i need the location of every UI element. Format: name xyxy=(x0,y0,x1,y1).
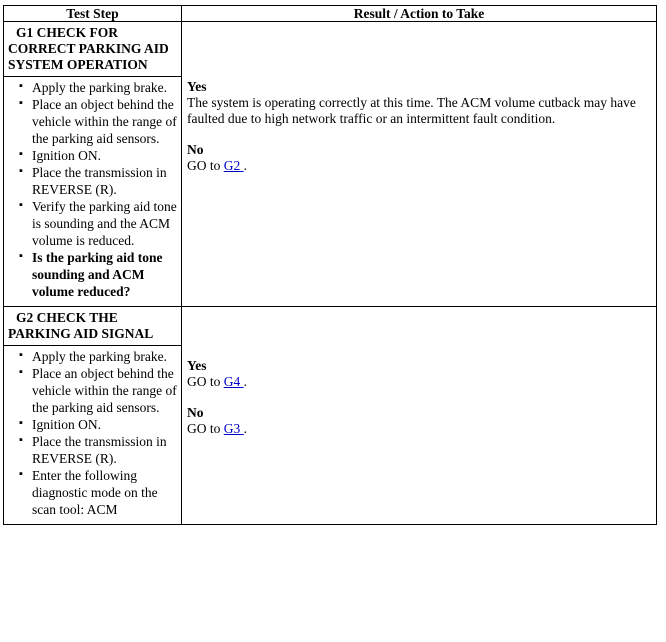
step-body-g2: Apply the parking brake. Place an object… xyxy=(4,346,181,524)
step-list-g2: Apply the parking brake. Place an object… xyxy=(8,347,177,518)
goto-suffix: . xyxy=(243,374,247,389)
link-g3[interactable]: G3 xyxy=(224,421,244,436)
table-header-row: Test Step Result / Action to Take xyxy=(3,5,657,22)
result-top-spacer xyxy=(187,313,651,358)
column-header-test-step: Test Step xyxy=(3,5,182,22)
step-title-line: G1 CHECK FOR xyxy=(16,25,119,40)
result-yes-label: Yes xyxy=(187,358,207,373)
result-no-action: GO to G2. xyxy=(187,158,651,174)
list-item: Place an object behind the vehicle withi… xyxy=(19,364,177,416)
step-title-line: SYSTEM OPERATION xyxy=(8,57,148,72)
result-spacer xyxy=(187,127,651,142)
list-item: Apply the parking brake. xyxy=(19,78,177,96)
list-item: Place the transmission in REVERSE (R). xyxy=(19,163,177,198)
list-item: Enter the following diagnostic mode on t… xyxy=(19,466,177,518)
list-item: Apply the parking brake. xyxy=(19,347,177,365)
step-title-line: CORRECT PARKING AID xyxy=(8,41,169,56)
result-no-label: No xyxy=(187,142,204,157)
step-cell-g2: G2 CHECK THE PARKING AID SIGNAL Apply th… xyxy=(3,306,182,525)
result-cell-g2: Yes GO to G4. No GO to G3. xyxy=(181,306,657,525)
step-title-line: G2 CHECK THE xyxy=(16,310,118,325)
result-yes-text: The system is operating correctly at thi… xyxy=(187,95,636,126)
link-g4[interactable]: G4 xyxy=(224,374,244,389)
step-title-g1: G1 CHECK FOR CORRECT PARKING AID SYSTEM … xyxy=(4,22,181,77)
table-row: G1 CHECK FOR CORRECT PARKING AID SYSTEM … xyxy=(3,21,657,307)
result-spacer xyxy=(187,390,651,405)
result-inner-g2: Yes GO to G4. No GO to G3. xyxy=(182,307,656,443)
list-item: Ignition ON. xyxy=(19,415,177,433)
diagnostic-procedure-page: Test Step Result / Action to Take G1 CHE… xyxy=(0,0,666,642)
goto-prefix: GO to xyxy=(187,158,221,173)
goto-suffix: . xyxy=(243,158,247,173)
result-yes-action: GO to G4. xyxy=(187,374,651,390)
step-title-g2: G2 CHECK THE PARKING AID SIGNAL xyxy=(4,307,181,346)
result-no-action: GO to G3. xyxy=(187,421,651,437)
goto-prefix: GO to xyxy=(187,421,221,436)
result-inner-g1: Yes The system is operating correctly at… xyxy=(182,22,656,180)
list-item: Verify the parking aid tone is sounding … xyxy=(19,197,177,249)
result-yes-label: Yes xyxy=(187,79,207,94)
goto-suffix: . xyxy=(243,421,247,436)
table-row: G2 CHECK THE PARKING AID SIGNAL Apply th… xyxy=(3,306,657,525)
step-cell-g1: G1 CHECK FOR CORRECT PARKING AID SYSTEM … xyxy=(3,21,182,307)
result-cell-g1: Yes The system is operating correctly at… xyxy=(181,21,657,307)
diagnostic-table: Test Step Result / Action to Take G1 CHE… xyxy=(3,5,657,525)
list-item: Ignition ON. xyxy=(19,146,177,164)
result-no-label: No xyxy=(187,405,204,420)
step-list-g1: Apply the parking brake. Place an object… xyxy=(8,78,177,300)
step-body-g1: Apply the parking brake. Place an object… xyxy=(4,77,181,306)
list-item: Place an object behind the vehicle withi… xyxy=(19,95,177,147)
list-item: Place the transmission in REVERSE (R). xyxy=(19,432,177,467)
column-header-result-action: Result / Action to Take xyxy=(181,5,657,22)
step-title-line: PARKING AID SIGNAL xyxy=(8,326,154,341)
link-g2[interactable]: G2 xyxy=(224,158,244,173)
list-item-question: Is the parking aid tone sounding and ACM… xyxy=(19,248,177,300)
goto-prefix: GO to xyxy=(187,374,221,389)
